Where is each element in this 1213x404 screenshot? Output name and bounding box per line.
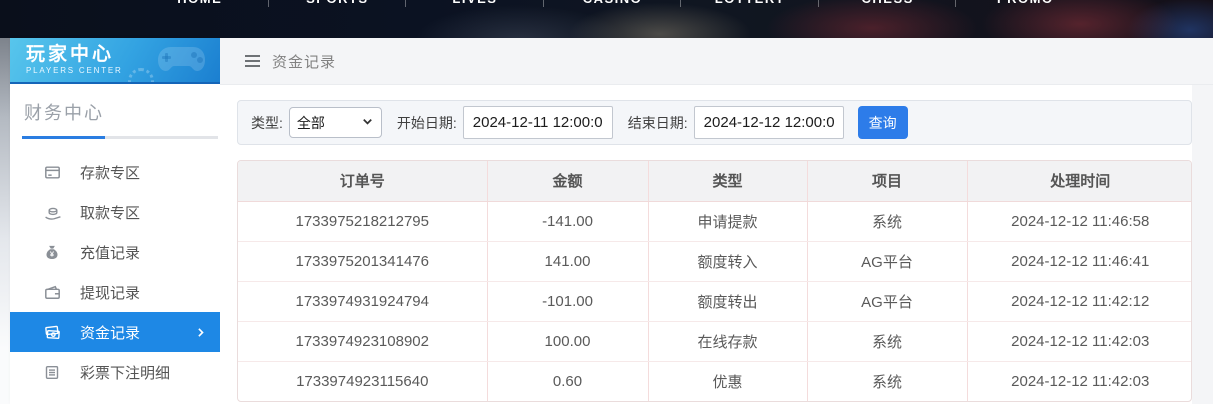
table-cell: 2024-12-12 11:42:03 — [967, 321, 1191, 362]
start-date-input[interactable] — [462, 106, 613, 139]
main-content: 资金记录 类型: 全部 开始日期: 结束日期: 查询 订单号金额类型项目处理时间… — [220, 38, 1213, 404]
table-cell: 优惠 — [648, 361, 808, 401]
sidebar-menu-item-withdrawal-wallet[interactable]: 提现记录 — [10, 272, 220, 312]
table-cell: 2024-12-12 11:42:12 — [967, 281, 1191, 322]
table-cell: 额度转入 — [648, 241, 808, 282]
table-cell: -141.00 — [487, 201, 649, 242]
finance-center-heading: 财务中心 — [24, 103, 104, 123]
column-header: 订单号 — [238, 161, 488, 202]
table-cell: 1733975218212795 — [238, 201, 488, 242]
table-cell: AG平台 — [807, 281, 968, 322]
sidebar-menu-item-recharge-bag[interactable]: ¥ 充值记录 — [10, 232, 220, 272]
topnav-item-sports[interactable]: SPORTS — [269, 0, 407, 9]
type-select[interactable]: 全部 — [288, 107, 382, 138]
topnav-item-lives[interactable]: LIVES — [406, 0, 544, 9]
topnav-item-casino[interactable]: CASINO — [544, 0, 682, 9]
table-header-row: 订单号 金额 类型 项目 处理时间 — [238, 161, 1191, 202]
topnav-item-home[interactable]: HOME — [131, 0, 269, 9]
withdraw-hand-icon — [44, 204, 63, 221]
table-cell: 额度转出 — [648, 281, 808, 322]
page-right-gutter — [1192, 85, 1213, 404]
table-row: 1733975218212795 -141.00 申请提款 系统 2024-12-12 … — [238, 201, 1191, 242]
topnav-item-lottery[interactable]: LOTTERY — [681, 0, 819, 9]
table-cell: 2024-12-12 11:42:03 — [1011, 372, 1150, 390]
table-cell: 2024-12-12 11:46:41 — [967, 241, 1191, 282]
funds-record-icon — [44, 324, 63, 341]
withdrawal-wallet-icon — [44, 284, 63, 301]
sidebar-menu-item-withdraw-hand[interactable]: 取款专区 — [10, 192, 220, 232]
table-cell: 申请提款 — [648, 201, 808, 242]
chevron-down-icon — [361, 115, 374, 131]
page-title: 资金记录 — [272, 53, 337, 71]
sidebar-menu-item-funds-record[interactable]: 资金记录 — [10, 312, 220, 352]
sidebar: 玩家中心 PLAYERS CENTER 财务中心 存款专区 取款专区 ¥ 充值记… — [10, 38, 220, 404]
table-cell: AG平台 — [807, 241, 968, 282]
menu-item-label: 取款专区 — [80, 204, 141, 222]
table-cell: 1733974923108902 — [238, 321, 488, 362]
end-date-input[interactable] — [693, 106, 844, 139]
table-cell: 系统 — [807, 201, 968, 242]
sidebar-menu: 存款专区 取款专区 ¥ 充值记录 提现记录 资金记录 彩票下注明细 — [10, 152, 220, 404]
column-header: 类型 — [648, 161, 808, 202]
topnav-items: HOMESPORTSLIVESCASINOLOTTERYCHESSPROMO — [131, 0, 1094, 9]
topnav-item-chess[interactable]: CHESS — [819, 0, 957, 9]
chevron-right-icon — [194, 326, 207, 339]
deposit-card-icon — [44, 164, 63, 181]
table-cell: 1733974923115640 — [238, 361, 488, 401]
menu-item-label: 提现记录 — [80, 284, 141, 302]
menu-item-label: 充值记录 — [80, 244, 141, 262]
lottery-doc-icon — [44, 364, 63, 381]
gamepad-icon — [156, 42, 208, 81]
table-cell: 在线存款 — [648, 321, 808, 362]
table-row: 1733974923115640 0.60 优惠 系统 2024-12-12 11:42… — [238, 361, 1191, 401]
table-cell: 100.00 — [487, 321, 649, 362]
table-cell: 系统 — [807, 321, 968, 362]
sidebar-menu-item-deposit-card[interactable]: 存款专区 — [10, 152, 220, 192]
menu-item-label: 存款专区 — [80, 164, 141, 182]
recharge-bag-icon: ¥ — [44, 244, 63, 261]
sidebar-menu-item-hall-bet[interactable]: 厅室投注记录 — [10, 392, 220, 404]
topnav-bar: HOMESPORTSLIVESCASINOLOTTERYCHESSPROMO — [0, 0, 1213, 38]
start-date-label: 开始日期: — [396, 114, 457, 131]
table-row: 1733974931924794 -101.00 额度转出 AG平台 2024-12-1… — [238, 281, 1191, 322]
menu-item-label: 资金记录 — [80, 324, 141, 342]
page-left-gutter — [0, 38, 10, 404]
menu-toggle-icon[interactable] — [245, 55, 260, 67]
table-cell: 系统 — [807, 361, 968, 401]
sidebar-header: 玩家中心 PLAYERS CENTER — [10, 38, 220, 84]
search-button[interactable]: 查询 — [857, 106, 908, 139]
column-header: 金额 — [487, 161, 649, 202]
end-date-label: 结束日期: — [627, 114, 688, 131]
table-cell: 1733975201341476 — [238, 241, 488, 282]
type-label: 类型: — [251, 114, 283, 131]
table-row: 1733974923108902 100.00 在线存款 系统 2024-12-12 1… — [238, 321, 1191, 362]
menu-item-label: 彩票下注明细 — [80, 364, 171, 382]
column-header: 项目 — [807, 161, 968, 202]
table-cell: 1733974931924794 — [238, 281, 488, 322]
table-body: 1733975218212795 -141.00 申请提款 系统 2024-12-12 … — [238, 201, 1191, 401]
funds-table: 订单号 金额 类型 项目 处理时间 1733975218212795 -141.00 申请提… — [237, 160, 1192, 402]
table-cell: 0.60 — [487, 361, 649, 401]
table-cell: -101.00 — [487, 281, 649, 322]
table-cell: 2024-12-12 11:46:58 — [967, 201, 1191, 242]
table-cell: 141.00 — [487, 241, 649, 282]
content-header: 资金记录 — [220, 38, 1213, 85]
table-row: 1733975201341476 141.00 额度转入 AG平台 2024-12-12… — [238, 241, 1191, 282]
finance-center-underline — [22, 136, 218, 139]
column-header: 处理时间 — [967, 161, 1191, 202]
topnav-item-promo[interactable]: PROMO — [956, 0, 1094, 9]
sidebar-menu-item-lottery-doc[interactable]: 彩票下注明细 — [10, 352, 220, 392]
type-select-value: 全部 — [296, 114, 325, 131]
filter-bar: 类型: 全部 开始日期: 结束日期: 查询 — [237, 100, 1192, 145]
